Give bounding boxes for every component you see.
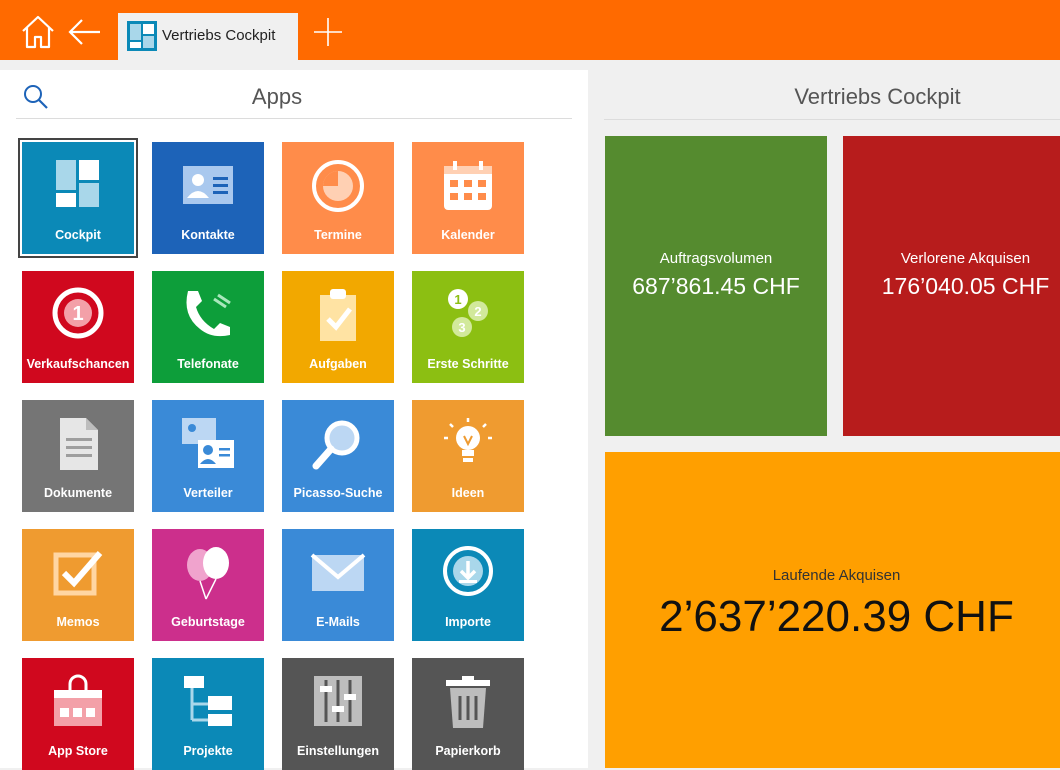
app-tile-label: Projekte [183, 744, 233, 758]
kpi-value: 2’637’220.39 CHF [659, 592, 1014, 641]
app-tile-erste-schritte[interactable]: 1 2 3 Erste Schritte [412, 271, 524, 383]
kpi-label: Auftragsvolumen [659, 250, 773, 267]
app-tile-label: Papierkorb [435, 744, 501, 758]
app-tile-verkaufschancen[interactable]: 1 Verkaufschancen [22, 271, 134, 383]
home-icon [22, 15, 54, 49]
shopping-bag-icon [54, 674, 102, 726]
kpi-verlorene-akquisen[interactable]: Verlorene Akquisen 176’040.05 CHF [843, 136, 1060, 436]
back-button[interactable] [66, 14, 102, 50]
apps-title: Apps [251, 84, 303, 109]
kpi-label: Laufende Akquisen [772, 567, 901, 584]
clipboard-check-icon [320, 289, 356, 341]
divider [16, 118, 572, 119]
svg-text:3: 3 [458, 320, 465, 335]
svg-text:2: 2 [474, 304, 481, 319]
cockpit-icon [127, 21, 157, 51]
lightbulb-icon [444, 418, 492, 462]
kpi-value: 176’040.05 CHF [881, 273, 1050, 299]
trash-icon [446, 676, 490, 728]
back-arrow-icon [68, 19, 100, 45]
tree-structure-icon [184, 676, 232, 726]
app-tile-telefonate[interactable]: Telefonate [152, 271, 264, 383]
calendar-icon [444, 161, 492, 210]
clock-icon [312, 160, 364, 212]
app-tile-label: Aufgaben [309, 357, 367, 371]
sliders-icon [314, 676, 362, 726]
app-tile-label: Einstellungen [297, 744, 379, 758]
envelope-icon [310, 553, 366, 591]
app-tile-app-store[interactable]: App Store [22, 658, 134, 770]
app-tile-label: Erste Schritte [427, 357, 509, 371]
app-tile-label: Kontakte [181, 228, 235, 242]
document-icon [60, 418, 98, 470]
app-tile-ideen[interactable]: Ideen [412, 400, 524, 512]
phone-icon [186, 291, 231, 337]
app-tile-kontakte[interactable]: Kontakte [152, 142, 264, 254]
app-tile-label: Geburtstage [171, 615, 245, 629]
home-button[interactable] [20, 14, 56, 50]
app-tile-picasso-suche[interactable]: Picasso-Suche [282, 400, 394, 512]
app-tile-verteiler[interactable]: Verteiler [152, 400, 264, 512]
app-tile-label: Memos [56, 615, 100, 629]
app-tile-papierkorb[interactable]: Papierkorb [412, 658, 524, 770]
tab-label: Vertriebs Cockpit [162, 27, 276, 44]
app-tile-label: App Store [48, 744, 108, 758]
divider [604, 119, 1060, 120]
apps-panel: Apps Cockpit Kontakte Termine Kalender 1… [0, 70, 588, 770]
download-icon [443, 546, 493, 596]
app-tile-label: Picasso-Suche [293, 486, 383, 500]
add-tab-button[interactable] [310, 14, 346, 50]
app-tile-label: Importe [445, 615, 491, 629]
app-tile-termine[interactable]: Termine [282, 142, 394, 254]
app-tile-kalender[interactable]: Kalender [412, 142, 524, 254]
kpi-label: Verlorene Akquisen [900, 250, 1031, 267]
app-tile-label: Kalender [441, 228, 495, 242]
app-tile-cockpit[interactable]: Cockpit [20, 140, 136, 256]
app-tile-label: Verkaufschancen [26, 357, 130, 371]
magnifier-icon [312, 420, 360, 470]
app-tile-label: Ideen [451, 486, 485, 500]
top-bar: Vertriebs Cockpit [0, 0, 1060, 60]
svg-text:1: 1 [72, 303, 83, 325]
contact-cards-icon [182, 418, 234, 468]
cockpit-title: Vertriebs Cockpit [794, 84, 961, 109]
app-tile-projekte[interactable]: Projekte [152, 658, 264, 770]
kpi-laufende-akquisen[interactable]: Laufende Akquisen 2’637’220.39 CHF [605, 452, 1060, 768]
app-tile-label: Cockpit [55, 228, 101, 242]
plus-icon [314, 18, 342, 46]
contact-card-icon [183, 166, 233, 204]
steps-123-icon: 1 2 3 [448, 289, 488, 337]
kpi-value: 687’861.45 CHF [632, 273, 800, 299]
app-tile-label: Verteiler [183, 486, 233, 500]
app-tile-label: Dokumente [43, 486, 113, 500]
app-tile-dokumente[interactable]: Dokumente [22, 400, 134, 512]
kpi-auftragsvolumen[interactable]: Auftragsvolumen 687’861.45 CHF [605, 136, 827, 436]
app-tile-label: Termine [314, 228, 362, 242]
tab-vertriebs-cockpit[interactable]: Vertriebs Cockpit [118, 13, 298, 60]
app-tile-label: Telefonate [177, 357, 239, 371]
svg-text:1: 1 [454, 292, 461, 307]
app-tile-importe[interactable]: Importe [412, 529, 524, 641]
app-tile-aufgaben[interactable]: Aufgaben [282, 271, 394, 383]
balloons-icon [187, 547, 229, 600]
app-tile-geburtstage[interactable]: Geburtstage [152, 529, 264, 641]
checkbox-icon [53, 551, 103, 596]
app-tile-label: E-Mails [316, 615, 360, 629]
number-one-icon: 1 [52, 287, 104, 339]
app-tile-e-mails[interactable]: E-Mails [282, 529, 394, 641]
cockpit-panel: Vertriebs Cockpit Auftragsvolumen 687’86… [590, 70, 1060, 768]
app-tile-einstellungen[interactable]: Einstellungen [282, 658, 394, 770]
cockpit-icon [56, 160, 99, 207]
app-tile-memos[interactable]: Memos [22, 529, 134, 641]
